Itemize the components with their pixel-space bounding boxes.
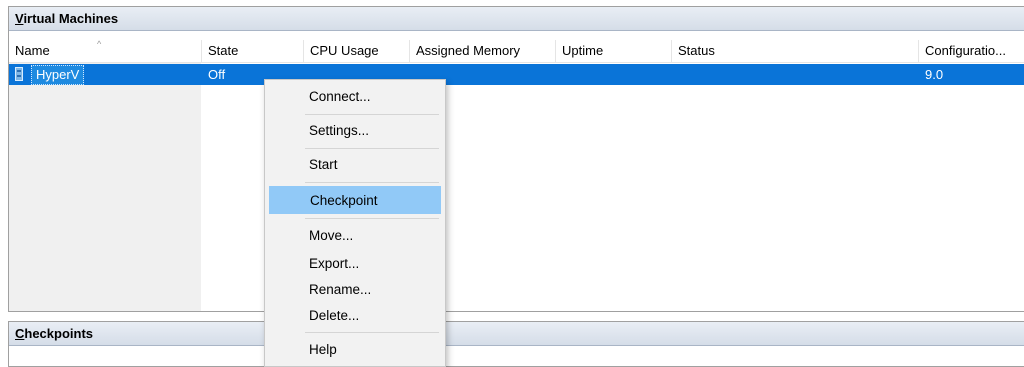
menu-separator	[305, 182, 439, 183]
column-header-uptime[interactable]: Uptime	[556, 40, 672, 62]
context-menu: Connect... Settings... Start Checkpoint …	[264, 79, 446, 367]
column-header-assigned-memory[interactable]: Assigned Memory	[410, 40, 556, 62]
column-header-cpu-label: CPU Usage	[310, 43, 379, 58]
menu-item-delete[interactable]: Delete...	[269, 302, 441, 330]
vm-title-rest: irtual Machines	[23, 11, 119, 26]
column-header-state-label: State	[208, 43, 239, 58]
column-header-config-label: Configuratio...	[925, 43, 1006, 58]
menu-item-help[interactable]: Help	[269, 336, 441, 364]
menu-separator	[305, 332, 439, 333]
checkpoints-title-mnemonic: C	[15, 326, 25, 341]
virtual-machines-header: Virtual Machines	[9, 7, 1024, 31]
column-header-name[interactable]: ^ Name	[9, 40, 202, 62]
name-column-background	[9, 63, 201, 311]
checkpoints-header: Checkpoints	[9, 322, 1024, 346]
virtual-machine-icon	[15, 67, 23, 81]
sort-ascending-icon: ^	[97, 40, 102, 49]
menu-item-rename[interactable]: Rename...	[269, 276, 441, 304]
menu-separator	[305, 114, 439, 115]
menu-separator	[305, 218, 439, 219]
vm-state: Off	[208, 67, 226, 82]
column-header-configuration[interactable]: Configuratio...	[919, 40, 1024, 62]
column-header-name-label: Name	[15, 43, 50, 58]
menu-item-move[interactable]: Move...	[269, 222, 441, 250]
column-header-memory-label: Assigned Memory	[416, 43, 521, 58]
column-header-uptime-label: Uptime	[562, 43, 604, 58]
column-header-cpu-usage[interactable]: CPU Usage	[304, 40, 410, 62]
checkpoints-title-rest: heckpoints	[24, 326, 94, 341]
column-header-state[interactable]: State	[202, 40, 304, 62]
menu-item-settings[interactable]: Settings...	[269, 117, 441, 145]
column-header-status-label: Status	[678, 43, 715, 58]
menu-item-export[interactable]: Export...	[269, 250, 441, 278]
table-row[interactable]: HyperV Off 9.0	[9, 64, 1024, 85]
menu-separator	[305, 148, 439, 149]
vm-configuration-version: 9.0	[925, 67, 944, 82]
checkpoints-pane: Checkpoints	[8, 321, 1024, 367]
vm-column-header-row: ^ Name State CPU Usage Assigned Memory U…	[9, 40, 1024, 63]
menu-item-checkpoint[interactable]: Checkpoint	[269, 186, 441, 214]
virtual-machines-pane: Virtual Machines ^ Name State CPU Usage …	[8, 6, 1024, 312]
vm-name: HyperV	[31, 65, 85, 85]
menu-item-start[interactable]: Start	[269, 151, 441, 179]
menu-item-connect[interactable]: Connect...	[269, 83, 441, 111]
column-header-status[interactable]: Status	[672, 40, 919, 62]
